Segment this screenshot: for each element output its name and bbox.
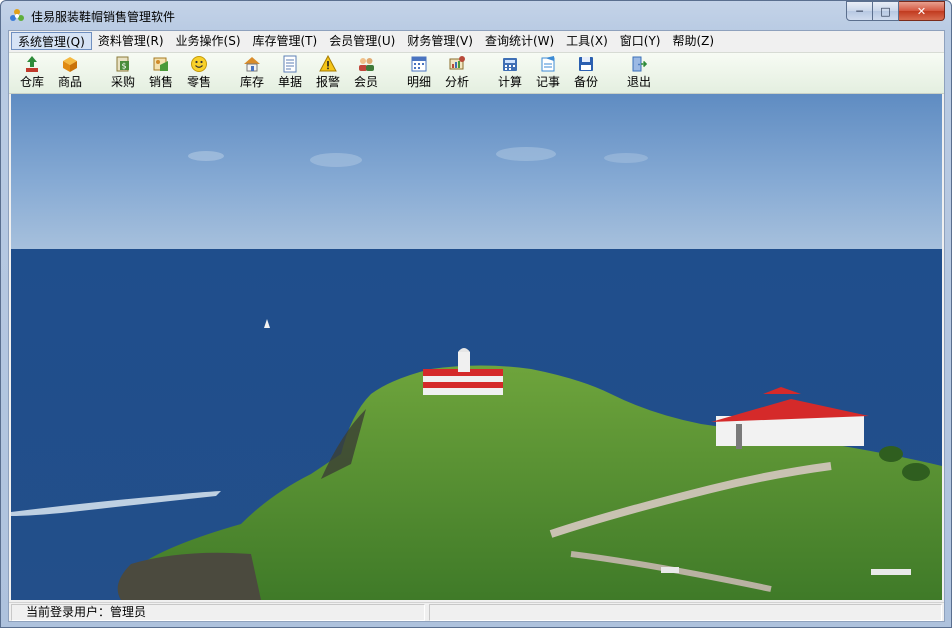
goods-icon — [61, 55, 79, 73]
toolbar-backup-button[interactable]: 备份 — [568, 55, 604, 93]
analysis-icon — [448, 55, 466, 73]
warning-icon — [319, 54, 337, 73]
toolbar-purchase-button[interactable]: $ 采购 — [105, 55, 141, 93]
floppy-icon — [577, 55, 595, 73]
members-icon — [357, 55, 375, 73]
toolbar-stock-button[interactable]: 库存 — [234, 55, 270, 93]
menu-bar: 系统管理(Q) 资料管理(R) 业务操作(S) 库存管理(T) 会员管理(U) … — [9, 31, 944, 51]
toolbar-label: 零售 — [186, 75, 211, 89]
client-area: 系统管理(Q) 资料管理(R) 业务操作(S) 库存管理(T) 会员管理(U) … — [8, 30, 945, 622]
toolbar-calculate-button[interactable]: 计算 — [492, 55, 528, 93]
toolbar-goods-button[interactable]: 商品 — [52, 55, 88, 93]
toolbar-label: 备份 — [573, 75, 598, 89]
close-icon: ✕ — [916, 4, 927, 18]
menu-query[interactable]: 查询统计(W) — [479, 32, 560, 50]
menu-data[interactable]: 资料管理(R) — [92, 32, 170, 50]
exit-icon — [630, 55, 648, 73]
calculator-icon — [501, 55, 519, 73]
toolbar-notes-button[interactable]: 记事 — [530, 55, 566, 93]
toolbar-sales-button[interactable]: 销售 — [143, 55, 179, 93]
notepad-icon — [539, 55, 557, 73]
toolbar: 仓库 商品 $ 采购 销售 零售 库存 单据 报警 会员 明细 分析 计算 记事… — [9, 52, 944, 94]
menu-members[interactable]: 会员管理(U) — [323, 32, 401, 50]
coastal-landscape-image — [11, 94, 942, 600]
status-bar: 当前登录用户：管理员 — [9, 602, 944, 621]
svg-text:$: $ — [122, 62, 127, 71]
purchase-icon: $ — [114, 55, 132, 73]
sales-icon — [152, 55, 170, 73]
title-bar[interactable]: 佳易服装鞋帽销售管理软件 ─ □ ✕ — [1, 1, 951, 31]
menu-tools[interactable]: 工具(X) — [560, 32, 614, 50]
maximize-button[interactable]: □ — [873, 1, 899, 21]
app-icon — [9, 8, 25, 24]
toolbar-label: 单据 — [277, 75, 302, 89]
warehouse-icon — [23, 55, 41, 73]
toolbar-details-button[interactable]: 明细 — [401, 55, 437, 93]
close-button[interactable]: ✕ — [899, 1, 945, 21]
calendar-icon — [410, 55, 428, 73]
menu-help[interactable]: 帮助(Z) — [666, 32, 720, 50]
toolbar-analysis-button[interactable]: 分析 — [439, 55, 475, 93]
toolbar-label: 采购 — [110, 75, 135, 89]
status-user-label: 当前登录用户： — [26, 605, 111, 619]
toolbar-label: 报警 — [315, 75, 340, 89]
toolbar-label: 库存 — [239, 75, 264, 89]
toolbar-label: 退出 — [626, 75, 651, 89]
toolbar-warehouse-button[interactable]: 仓库 — [14, 55, 50, 93]
toolbar-label: 记事 — [535, 75, 560, 89]
toolbar-label: 商品 — [57, 75, 82, 89]
toolbar-label: 销售 — [148, 75, 173, 89]
toolbar-exit-button[interactable]: 退出 — [621, 55, 657, 93]
menu-system[interactable]: 系统管理(Q) — [11, 32, 92, 50]
maximize-icon: □ — [880, 4, 891, 18]
toolbar-label: 仓库 — [19, 75, 44, 89]
toolbar-label: 会员 — [353, 75, 378, 89]
window-title: 佳易服装鞋帽销售管理软件 — [31, 9, 176, 24]
document-icon — [281, 55, 299, 73]
toolbar-label: 明细 — [406, 75, 431, 89]
toolbar-alarm-button[interactable]: 报警 — [310, 54, 346, 93]
minimize-icon: ─ — [856, 4, 863, 18]
minimize-button[interactable]: ─ — [846, 1, 873, 21]
menu-finance[interactable]: 财务管理(V) — [401, 32, 479, 50]
app-window: 佳易服装鞋帽销售管理软件 ─ □ ✕ 系统管理(Q) 资料管理(R) 业务操作(… — [0, 0, 952, 628]
status-login-user: 当前登录用户：管理员 — [11, 604, 425, 621]
toolbar-retail-button[interactable]: 零售 — [181, 55, 217, 93]
status-user-value: 管理员 — [110, 605, 147, 619]
toolbar-label: 计算 — [497, 75, 522, 89]
status-panel-empty — [429, 604, 942, 621]
background-image — [11, 94, 942, 600]
menu-inventory[interactable]: 库存管理(T) — [247, 32, 324, 50]
toolbar-documents-button[interactable]: 单据 — [272, 55, 308, 93]
menu-business[interactable]: 业务操作(S) — [170, 32, 247, 50]
menu-window[interactable]: 窗口(Y) — [614, 32, 667, 50]
smiley-icon — [190, 55, 208, 73]
toolbar-label: 分析 — [444, 75, 469, 89]
toolbar-members-button[interactable]: 会员 — [348, 55, 384, 93]
home-icon — [243, 55, 261, 73]
